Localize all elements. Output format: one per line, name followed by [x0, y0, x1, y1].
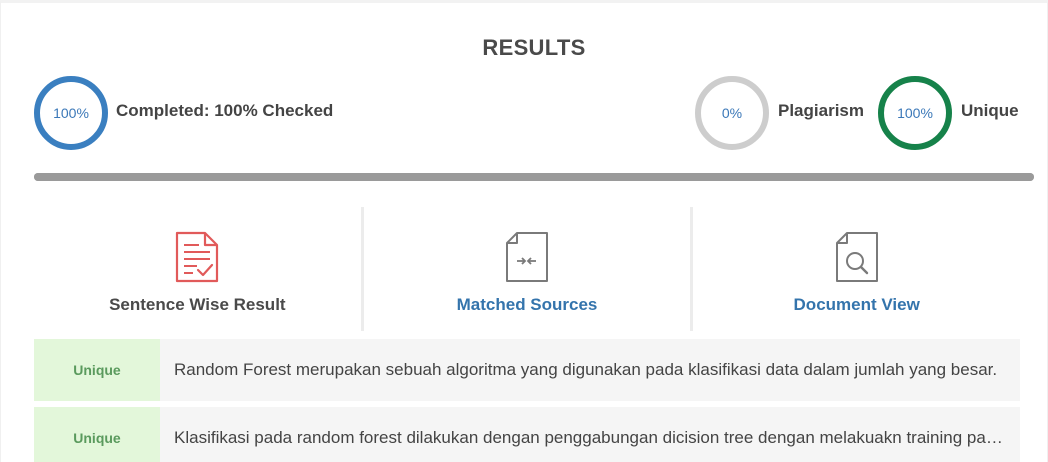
result-tabs: Sentence Wise Result Matched Sources Doc…	[34, 207, 1020, 331]
compare-document-icon	[503, 229, 551, 285]
magnify-document-icon	[833, 229, 881, 285]
tab-sentence-wise-result-label: Sentence Wise Result	[109, 295, 286, 314]
unique-label: Unique	[961, 101, 1019, 120]
plagiarism-circle: 0%	[695, 76, 769, 150]
sentence-list: Unique Random Forest merupakan sebuah al…	[34, 339, 1020, 462]
checklist-document-icon	[173, 229, 221, 285]
unique-status-badge: Unique	[34, 407, 160, 462]
check-progress-bar	[34, 173, 1034, 181]
tab-document-view[interactable]: Document View	[690, 207, 1020, 331]
tab-matched-sources[interactable]: Matched Sources	[360, 207, 691, 331]
plagiarism-percent: 0%	[721, 105, 743, 121]
unique-circle: 100%	[878, 76, 952, 150]
tab-document-view-label: Document View	[793, 295, 920, 314]
sentence-text: Klasifikasi pada random forest dilakukan…	[174, 428, 1006, 447]
results-panel: RESULTS 100% Completed: 100% Checked 0% …	[0, 0, 1048, 462]
results-title: RESULTS	[482, 35, 586, 60]
tab-matched-sources-label: Matched Sources	[456, 295, 598, 314]
completed-circle: 100%	[34, 76, 108, 150]
unique-status-badge: Unique	[34, 339, 160, 401]
completed-label: Completed: 100% Checked	[116, 101, 334, 120]
completed-percent: 100%	[53, 105, 89, 121]
tab-sentence-wise-result[interactable]: Sentence Wise Result	[34, 207, 361, 331]
plagiarism-label: Plagiarism	[778, 101, 864, 120]
unique-percent: 100%	[897, 105, 933, 121]
sentence-row[interactable]: Unique Klasifikasi pada random forest di…	[34, 407, 1020, 462]
sentence-text: Random Forest merupakan sebuah algoritma…	[174, 360, 998, 379]
check-progress-fill	[34, 173, 1034, 181]
sentence-row[interactable]: Unique Random Forest merupakan sebuah al…	[34, 339, 1020, 401]
